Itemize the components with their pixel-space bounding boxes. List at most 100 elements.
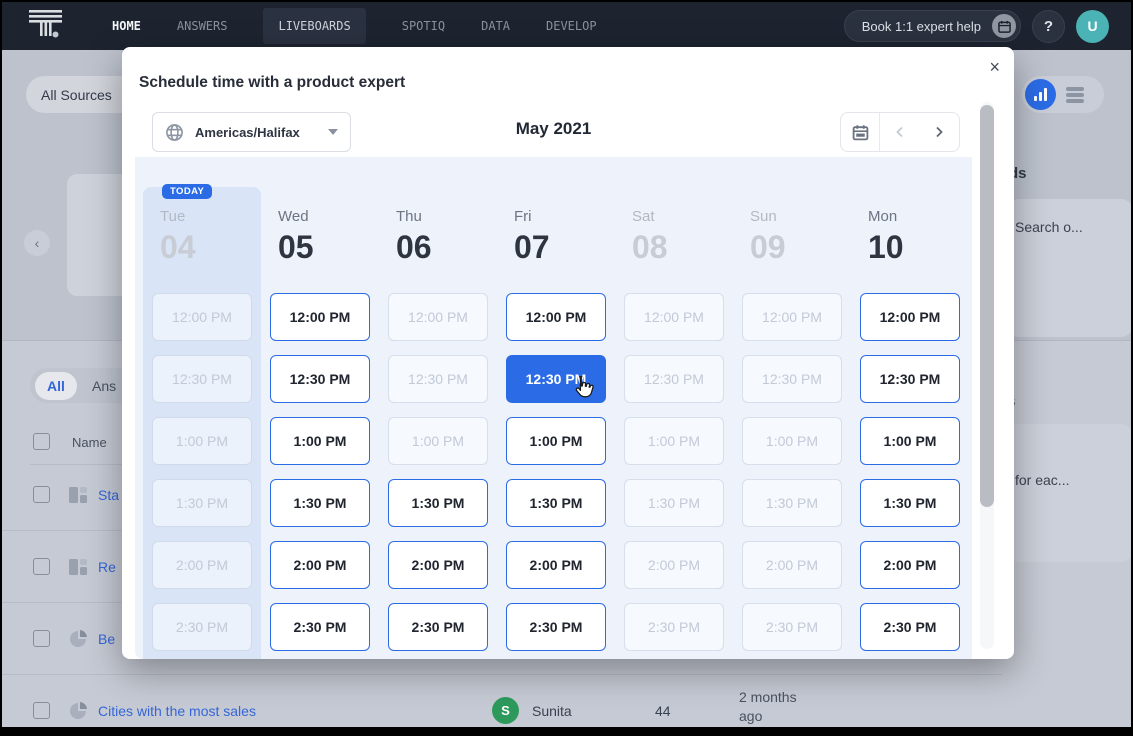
day-header: Mon10 [851,157,969,293]
scrollbar-thumb[interactable] [980,105,994,507]
modal-title: Schedule time with a product expert [139,74,405,92]
thoughtspot-logo[interactable] [24,7,66,46]
timeslot-thu-1200pm: 12:00 PM [388,293,488,341]
timeslot-wed-200pm[interactable]: 2:00 PM [270,541,370,589]
row-title-link[interactable]: Cities with the most sales [98,703,256,719]
timeslot-mon-130pm[interactable]: 1:30 PM [860,479,960,527]
timeslot-tue-230pm: 2:30 PM [152,603,252,651]
day-header: Sun09 [733,157,851,293]
row-title-link[interactable]: Re [98,559,116,575]
timeslot-wed-1230pm[interactable]: 12:30 PM [270,355,370,403]
nav-item-answers[interactable]: ANSWERS [177,8,228,44]
timeslot-sat-1200pm: 12:00 PM [624,293,724,341]
row-title-link[interactable]: Be [98,631,115,647]
timeslot-tue-100pm: 1:00 PM [152,417,252,465]
timeslot-mon-230pm[interactable]: 2:30 PM [860,603,960,651]
timeslot-fri-130pm[interactable]: 1:30 PM [506,479,606,527]
tab-all[interactable]: All [35,372,77,400]
nav-item-home[interactable]: HOME [112,8,141,44]
for-each-card[interactable]: for eac... [1007,424,1131,562]
day-column-sat: Sat0812:00 PM12:30 PM1:00 PM1:30 PM2:00 … [615,157,733,659]
row-checkbox[interactable] [33,486,50,503]
close-icon[interactable]: × [989,57,1000,78]
timeslot-tue-200pm: 2:00 PM [152,541,252,589]
timeslot-wed-100pm[interactable]: 1:00 PM [270,417,370,465]
timeslot-sun-130pm: 1:30 PM [742,479,842,527]
carousel-back-button[interactable]: ‹ [24,230,50,256]
name-column-header: Name [72,435,107,450]
book-expert-button[interactable]: Book 1:1 expert help [844,10,1021,42]
liveboard-icon [68,557,88,582]
timeslot-tue-1200pm: 12:00 PM [152,293,252,341]
day-number: 07 [514,230,615,264]
day-column-sun: Sun0912:00 PM12:30 PM1:00 PM1:30 PM2:00 … [733,157,851,659]
timeslot-mon-200pm[interactable]: 2:00 PM [860,541,960,589]
prev-week-button[interactable] [880,113,920,151]
timeslot-thu-200pm[interactable]: 2:00 PM [388,541,488,589]
row-checkbox[interactable] [33,558,50,575]
chevron-right-icon [932,125,946,139]
row-views: 44 [655,703,671,719]
day-number: 04 [160,230,261,264]
day-number: 05 [278,230,379,264]
day-name: Tue [160,209,261,224]
timeslot-tue-1230pm: 12:30 PM [152,355,252,403]
calendar-view-button[interactable] [841,113,880,151]
day-column-thu: Thu0612:00 PM12:30 PM1:00 PM1:30 PM2:00 … [379,157,497,659]
nav-item-develop[interactable]: DEVELOP [546,8,597,44]
timeslot-sun-1200pm: 12:00 PM [742,293,842,341]
schedule-modal: × Schedule time with a product expert Am… [122,47,1014,659]
row-checkbox[interactable] [33,630,50,647]
nav-item-data[interactable]: DATA [481,8,510,44]
timeslot-sun-230pm: 2:30 PM [742,603,842,651]
table-row: Cities with the most sales S Sunita 44 2 mon… [2,675,1002,727]
data-stack-icon[interactable] [1064,86,1086,104]
book-expert-label: Book 1:1 expert help [862,19,981,34]
next-week-button[interactable] [920,113,960,151]
author-avatar: S [492,697,519,724]
timeslot-thu-1230pm: 12:30 PM [388,355,488,403]
bar-chart-icon[interactable] [1025,79,1056,110]
row-age: 2 months ago [739,688,811,726]
day-name: Fri [514,209,615,224]
mouse-cursor [570,373,596,401]
search-card[interactable]: Search o... [1007,199,1131,337]
calendar-icon [852,124,869,141]
timeslot-fri-200pm[interactable]: 2:00 PM [506,541,606,589]
timeslot-thu-130pm[interactable]: 1:30 PM [388,479,488,527]
select-all-checkbox[interactable] [33,433,50,450]
help-button[interactable]: ? [1032,10,1065,43]
nav-item-liveboards[interactable]: LIVEBOARDS [263,8,365,44]
calendar-grid: TODAYTue0412:00 PM12:30 PM1:00 PM1:30 PM… [135,157,972,659]
day-header: Fri 07 [497,157,615,293]
chart-view-toggle[interactable] [1022,76,1104,113]
timeslot-fri-230pm[interactable]: 2:30 PM [506,603,606,651]
user-avatar[interactable]: U [1076,10,1109,43]
tab-answers-fragment[interactable]: Ans [92,378,116,394]
row-title-link[interactable]: Sta [98,487,119,503]
liveboard-icon [68,485,88,510]
timeslot-mon-1230pm[interactable]: 12:30 PM [860,355,960,403]
timeslot-mon-1200pm[interactable]: 12:00 PM [860,293,960,341]
timeslot-wed-1200pm[interactable]: 12:00 PM [270,293,370,341]
row-checkbox[interactable] [33,702,50,719]
calendar-icon [992,14,1016,38]
day-number: 08 [632,230,733,264]
nav-item-spotiq[interactable]: SPOTIQ [402,8,445,44]
timeslot-fri-1200pm[interactable]: 12:00 PM [506,293,606,341]
day-column-mon: Mon1012:00 PM 12:30 PM 1:00 PM 1:30 PM 2:00 … [851,157,969,659]
timeslot-thu-230pm[interactable]: 2:30 PM [388,603,488,651]
day-header: Sat08 [615,157,733,293]
day-column-tue: Tue0412:00 PM12:30 PM1:00 PM1:30 PM2:00 … [143,157,261,659]
day-number: 09 [750,230,851,264]
row-author: Sunita [532,703,572,719]
timeslot-fri-100pm[interactable]: 1:00 PM [506,417,606,465]
timeslot-wed-130pm[interactable]: 1:30 PM [270,479,370,527]
modal-scrollbar[interactable] [980,102,994,649]
timeslot-sun-1230pm: 12:30 PM [742,355,842,403]
day-header: Wed05 [261,157,379,293]
timeslot-sat-100pm: 1:00 PM [624,417,724,465]
day-header: Thu06 [379,157,497,293]
timeslot-mon-100pm[interactable]: 1:00 PM [860,417,960,465]
timeslot-wed-230pm[interactable]: 2:30 PM [270,603,370,651]
